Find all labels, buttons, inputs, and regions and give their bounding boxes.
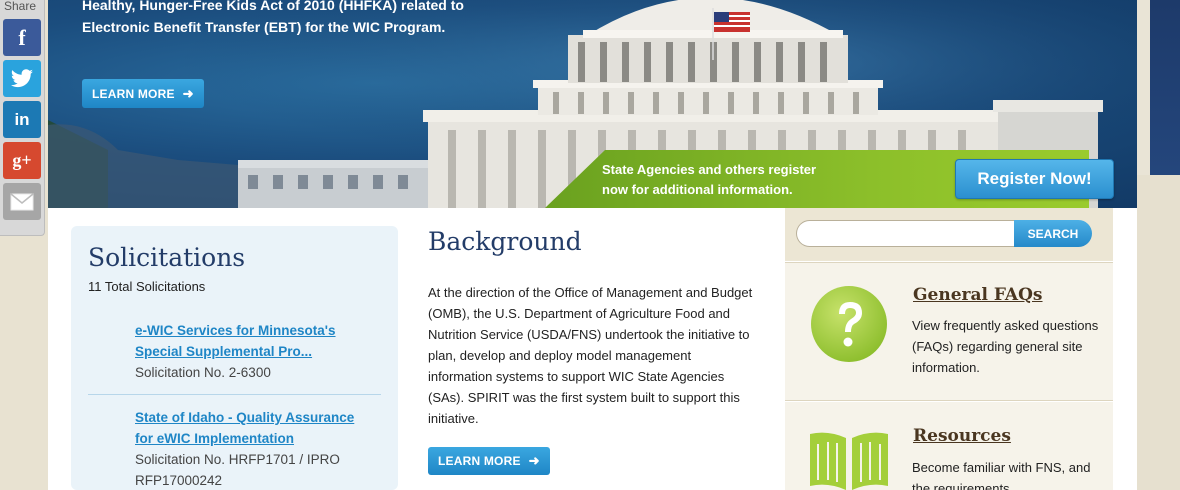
background-body: At the direction of the Office of Manage… [428, 285, 753, 426]
hero-text-line1: Healthy, Hunger-Free Kids Act of 2010 (H… [82, 0, 464, 13]
arrow-right-icon: ➜ [528, 453, 540, 468]
solicitation-link[interactable]: e-WIC Services for Minnesota's Special S… [135, 320, 375, 362]
list-item: State of Idaho - Quality Assurance for e… [135, 407, 375, 490]
register-prompt: State Agencies and others register now f… [602, 160, 862, 200]
hero-text-line2: Electronic Benefit Transfer (EBT) for th… [82, 19, 446, 35]
solicitation-number: Solicitation No. 2-6300 [135, 365, 271, 380]
twitter-share-button[interactable] [3, 60, 41, 97]
divider [88, 394, 381, 395]
question-mark-icon [811, 286, 887, 362]
envelope-icon [10, 192, 34, 210]
solicitation-number-line1: Solicitation No. HRFP1701 / IPRO [135, 452, 340, 467]
arrow-right-icon: ➜ [182, 85, 194, 101]
google-plus-icon: g+ [12, 150, 32, 170]
linkedin-icon: in [14, 109, 30, 129]
hero-learn-more-button[interactable]: LEARN MORE ➜ [82, 79, 204, 108]
facebook-icon: f [18, 24, 26, 50]
faq-body: View frequently asked questions (FAQs) r… [912, 318, 1099, 375]
book-icon [810, 432, 888, 490]
solicitation-title-line1: State of Idaho - Quality Assurance [135, 410, 355, 425]
google-plus-share-button[interactable]: g+ [3, 142, 41, 179]
resources-title-link[interactable]: Resources [913, 426, 1011, 446]
hero-description: Healthy, Hunger-Free Kids Act of 2010 (H… [82, 0, 502, 38]
register-text-line2: now for additional information. [602, 182, 793, 197]
solicitation-title-line1: e-WIC Services for Minnesota's [135, 323, 336, 338]
solicitation-number-line2: RFP17000242 [135, 473, 223, 488]
solicitations-count: 11 Total Solicitations [88, 279, 206, 294]
hero-learn-more-label: LEARN MORE [92, 86, 175, 101]
background-learn-more-label: LEARN MORE [438, 454, 521, 468]
twitter-icon [11, 68, 33, 87]
faq-title-link[interactable]: General FAQs [913, 285, 1043, 305]
solicitation-title-line2: Special Supplemental Pro... [135, 344, 313, 359]
right-edge-strip [1150, 0, 1180, 175]
share-label: Share [4, 0, 37, 13]
share-bar: Share f in g+ [0, 0, 45, 236]
facebook-share-button[interactable]: f [3, 19, 41, 56]
linkedin-share-button[interactable]: in [3, 101, 41, 138]
background-learn-more-button[interactable]: LEARN MORE ➜ [428, 447, 550, 475]
register-text-line1: State Agencies and others register [602, 162, 817, 177]
background-title: Background [428, 227, 582, 256]
page-background [1137, 175, 1180, 490]
search-input[interactable] [796, 220, 1014, 247]
solicitation-link[interactable]: State of Idaho - Quality Assurance for e… [135, 407, 375, 449]
email-share-button[interactable] [3, 183, 41, 220]
solicitation-title-line2: for eWIC Implementation [135, 431, 295, 446]
resources-body: Become familiar with FNS, and the requir… [912, 460, 1091, 490]
solicitations-title: Solicitations [88, 243, 246, 272]
search-button[interactable]: SEARCH [1014, 220, 1092, 247]
list-item: e-WIC Services for Minnesota's Special S… [135, 320, 375, 383]
register-now-button[interactable]: Register Now! [955, 159, 1114, 199]
